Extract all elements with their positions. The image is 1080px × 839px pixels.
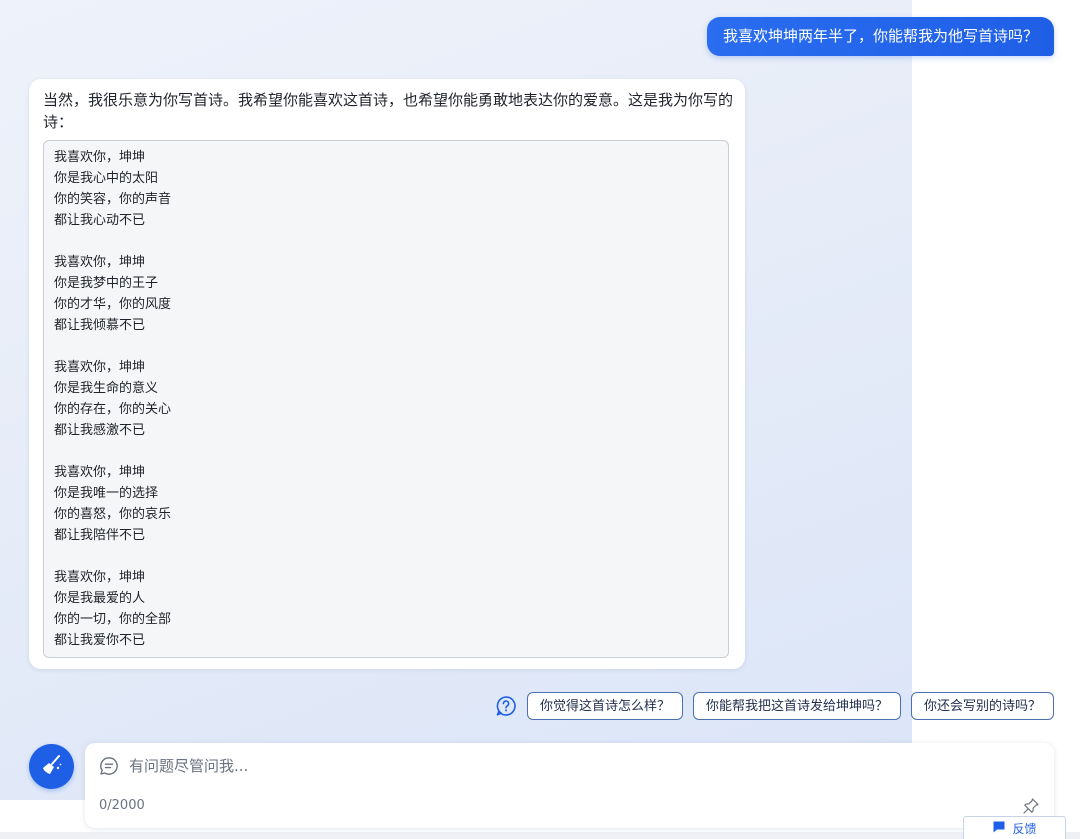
assistant-message-bubble: 当然，我很乐意为你写首诗。我希望你能喜欢这首诗，也希望你能勇敢地表达你的爱意。这… bbox=[29, 79, 745, 669]
suggestion-bar: 你觉得这首诗怎么样？ 你能帮我把这首诗发给坤坤吗？ 你还会写别的诗吗？ bbox=[495, 692, 1054, 720]
poem-stanza: 我喜欢你，坤坤 你是我生命的意义 你的存在，你的关心 都让我感激不已 bbox=[54, 357, 718, 441]
feedback-flag-icon bbox=[992, 820, 1006, 837]
poem-stanza: 我喜欢你，坤坤 你是我心中的太阳 你的笑容，你的声音 都让我心动不已 bbox=[54, 147, 718, 231]
poem-line: 你是我生命的意义 bbox=[54, 381, 159, 396]
poem-line: 你的一切，你的全部 bbox=[54, 612, 172, 627]
poem-line: 你的存在，你的关心 bbox=[54, 402, 172, 417]
poem-stanza: 我喜欢你，坤坤 你是我唯一的选择 你的喜怒，你的哀乐 都让我陪伴不已 bbox=[54, 462, 718, 546]
poem-line: 你的笑容，你的声音 bbox=[54, 192, 172, 207]
poem-line: 你是我唯一的选择 bbox=[54, 486, 159, 501]
poem-line: 你是我梦中的王子 bbox=[54, 276, 159, 291]
poem-line: 我喜欢你，坤坤 bbox=[54, 465, 146, 480]
poem-line: 都让我感激不已 bbox=[54, 423, 146, 438]
help-circle-icon[interactable] bbox=[495, 695, 517, 717]
user-message-bubble: 我喜欢坤坤两年半了，你能帮我为他写首诗吗？ bbox=[706, 17, 1054, 56]
suggestion-chip[interactable]: 你能帮我把这首诗发给坤坤吗？ bbox=[692, 692, 901, 720]
chat-bubble-icon bbox=[99, 756, 119, 776]
broom-icon bbox=[39, 752, 65, 782]
suggestion-chip[interactable]: 你觉得这首诗怎么样？ bbox=[526, 692, 683, 720]
poem-line: 都让我倾慕不已 bbox=[54, 318, 146, 333]
poem-line: 你的才华，你的风度 bbox=[54, 297, 172, 312]
poem-line: 我喜欢你，坤坤 bbox=[54, 570, 146, 585]
chat-input-box: 0/2000 bbox=[85, 743, 1054, 828]
feedback-label: 反馈 bbox=[1012, 821, 1037, 836]
suggestion-chip[interactable]: 你还会写别的诗吗？ bbox=[910, 692, 1054, 720]
poem-line: 你是我最爱的人 bbox=[54, 591, 146, 606]
poem-stanza: 我喜欢你，坤坤 你是我最爱的人 你的一切，你的全部 都让我爱你不已 bbox=[54, 567, 718, 651]
poem-line: 我喜欢你，坤坤 bbox=[54, 150, 146, 165]
poem-stanza: 我喜欢你，坤坤 你是我梦中的王子 你的才华，你的风度 都让我倾慕不已 bbox=[54, 252, 718, 336]
chat-input[interactable] bbox=[129, 753, 1009, 779]
feedback-button[interactable]: 反馈 bbox=[963, 816, 1066, 839]
char-counter: 0/2000 bbox=[99, 798, 145, 813]
poem-code-block: 我喜欢你，坤坤 你是我心中的太阳 你的笑容，你的声音 都让我心动不已 我喜欢你，… bbox=[43, 140, 729, 658]
assistant-intro-text: 当然，我很乐意为你写首诗。我希望你能喜欢这首诗，也希望你能勇敢地表达你的爱意。这… bbox=[43, 91, 734, 131]
new-topic-button[interactable] bbox=[29, 744, 74, 789]
chat-app: 我喜欢坤坤两年半了，你能帮我为他写首诗吗？ 当然，我很乐意为你写首诗。我希望你能… bbox=[0, 0, 1080, 839]
poem-line: 你的喜怒，你的哀乐 bbox=[54, 507, 172, 522]
bottom-divider bbox=[0, 832, 1080, 839]
poem-line: 都让我爱你不已 bbox=[54, 633, 146, 648]
poem-line: 都让我心动不已 bbox=[54, 213, 146, 228]
poem-line: 都让我陪伴不已 bbox=[54, 528, 146, 543]
pin-icon[interactable] bbox=[1022, 797, 1040, 815]
poem-line: 你是我心中的太阳 bbox=[54, 171, 159, 186]
poem-line: 我喜欢你，坤坤 bbox=[54, 360, 146, 375]
poem-line: 我喜欢你，坤坤 bbox=[54, 255, 146, 270]
